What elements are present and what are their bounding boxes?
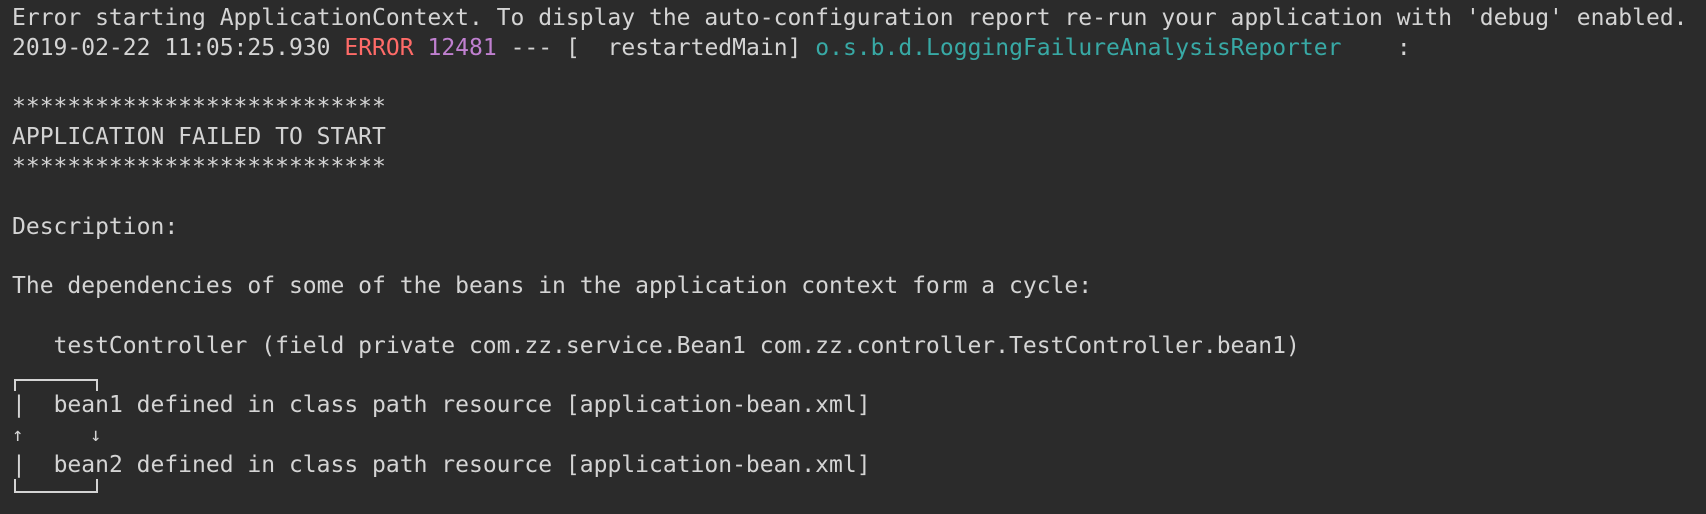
arrow-down-icon: ↓ [90, 424, 102, 447]
log-timestamp: 2019-02-22 11:05:25.930 [12, 34, 331, 61]
context-error-line: Error starting ApplicationContext. To di… [12, 5, 1688, 31]
stars-bottom: *************************** [12, 153, 386, 180]
arrow-up-icon: ↑ [12, 424, 24, 447]
cycle-box-top [12, 362, 1694, 392]
cycle-pipe-left: | [12, 392, 26, 419]
bean2-line: | bean2 defined in class path resource [… [12, 451, 1694, 481]
controller-text: testController (field private com.zz.ser… [53, 332, 1300, 359]
log-logger: o.s.b.d.LoggingFailureAnalysisReporter [815, 34, 1342, 61]
log-pid: 12481 [427, 34, 497, 61]
description-text: The dependencies of some of the beans in… [12, 273, 1093, 300]
log-thread: [ restartedMain] [565, 34, 802, 61]
log-level: ERROR [344, 34, 414, 61]
stars-top: *************************** [12, 94, 386, 121]
cycle-box-bottom-border [14, 478, 98, 493]
failure-banner: APPLICATION FAILED TO START [12, 124, 386, 151]
console-output: Error starting ApplicationContext. To di… [0, 0, 1706, 514]
log-separator: --- [510, 34, 553, 61]
log-entry-line: 2019-02-22 11:05:25.930 ERROR 12481 --- … [12, 34, 1694, 64]
bean1-text: bean1 defined in class path resource [ap… [53, 392, 871, 419]
cycle-box-bottom [12, 478, 1694, 511]
bean1-line: | bean1 defined in class path resource [… [12, 391, 1694, 421]
bean2-text: bean2 defined in class path resource [ap… [53, 451, 871, 478]
description-label: Description: [12, 213, 179, 240]
log-colon: : [1396, 34, 1411, 61]
cycle-pipe-left: | [12, 451, 26, 478]
controller-line: testController (field private com.zz.ser… [12, 332, 1694, 362]
cycle-arrows: ↑ ↓ [12, 421, 1694, 451]
cycle-box-top-border [14, 378, 98, 391]
